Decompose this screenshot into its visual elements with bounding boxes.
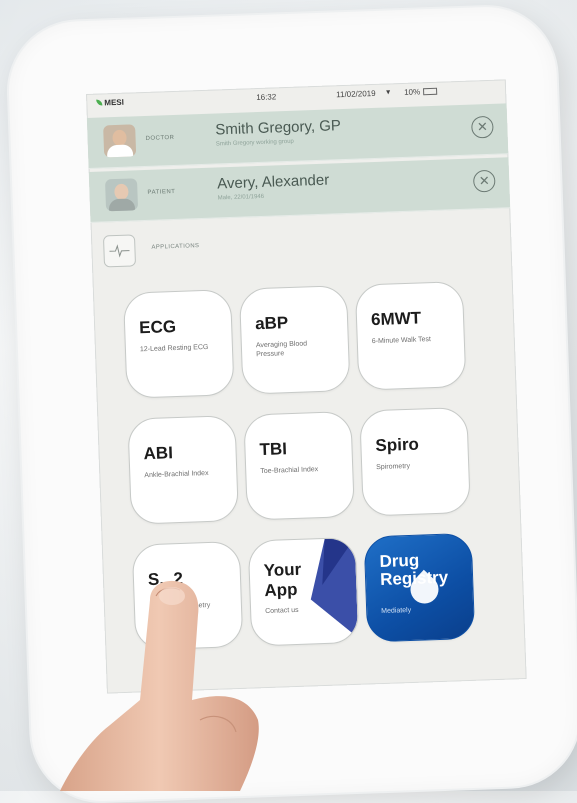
tile-title: ABI [143, 443, 174, 464]
brand-text: MESI [104, 97, 125, 108]
app-tile-ecg[interactable]: ECG 12-Lead Resting ECG [122, 289, 235, 399]
close-patient-icon[interactable]: ✕ [472, 169, 496, 193]
tile-subtitle: Ankle-Brachial Index [144, 469, 209, 480]
applications-label: APPLICATIONS [151, 243, 200, 251]
status-time: 16:32 [256, 92, 277, 103]
leaf-icon [96, 99, 103, 106]
tile-subtitle: Spirometry [376, 462, 411, 472]
app-tile-drug-registry[interactable]: Drug Registry Mediately [363, 532, 476, 643]
tile-subtitle: Mediately [381, 606, 412, 616]
battery-status: 10% [403, 87, 438, 97]
waveform-icon[interactable] [102, 234, 137, 268]
doctor-group: Smith Gregory working group [215, 138, 294, 148]
doctor-name: Smith Gregory, GP [215, 117, 342, 139]
tile-title: Spiro [375, 434, 420, 456]
tablet-screen: MESI 16:32 11/02/2019 ▾ 10% DOCTOR Smith… [86, 79, 527, 694]
patient-name: Avery, Alexander [216, 171, 330, 193]
tile-title: TBI [259, 439, 288, 460]
tile-title: ECG [138, 317, 177, 338]
patient-row[interactable]: PATIENT Avery, Alexander Male, 22/01/194… [88, 157, 511, 223]
battery-percent: 10% [403, 87, 421, 97]
tile-title: 6MWT [370, 308, 422, 330]
tile-title: aBP [254, 313, 289, 334]
tile-subtitle: 12-Lead Resting ECG [139, 343, 209, 354]
tile-title: S...2 [147, 568, 184, 590]
tile-subtitle: Averaging Blood Pressure [255, 340, 308, 359]
app-tile-tbi[interactable]: TBI Toe-Brachial Index [243, 410, 355, 521]
patient-role-label: PATIENT [147, 188, 176, 196]
brand-logo: MESI [96, 98, 124, 108]
patient-avatar [104, 178, 139, 212]
tile-title: Drug Registry [379, 550, 449, 590]
wifi-icon: ▾ [385, 87, 391, 97]
app-tile-abp[interactable]: aBP Averaging Blood Pressure [238, 285, 351, 395]
close-doctor-icon[interactable]: ✕ [471, 115, 494, 139]
tile-title: Your App [263, 559, 302, 601]
app-tile-abi[interactable]: ABI Ankle-Brachial Index [127, 414, 239, 525]
app-tile-spiro[interactable]: Spiro Spirometry [359, 406, 471, 517]
patient-info: Male, 22/01/1946 [217, 193, 265, 202]
tile-subtitle: Toe-Brachial Index [260, 466, 319, 476]
app-tile-your-app[interactable]: Your App Contact us [247, 536, 360, 647]
battery-icon [423, 88, 438, 96]
status-date: 11/02/2019 [336, 88, 376, 100]
doctor-role-label: DOCTOR [145, 134, 175, 142]
tile-subtitle: 6-Minute Walk Test [371, 336, 432, 346]
tile-subtitle: ...metry [186, 601, 211, 610]
app-tile-6mwt[interactable]: 6MWT 6-Minute Walk Test [354, 280, 467, 391]
doctor-avatar [103, 124, 137, 158]
app-tile-partially-hidden[interactable]: S...2 ...metry [131, 540, 244, 651]
